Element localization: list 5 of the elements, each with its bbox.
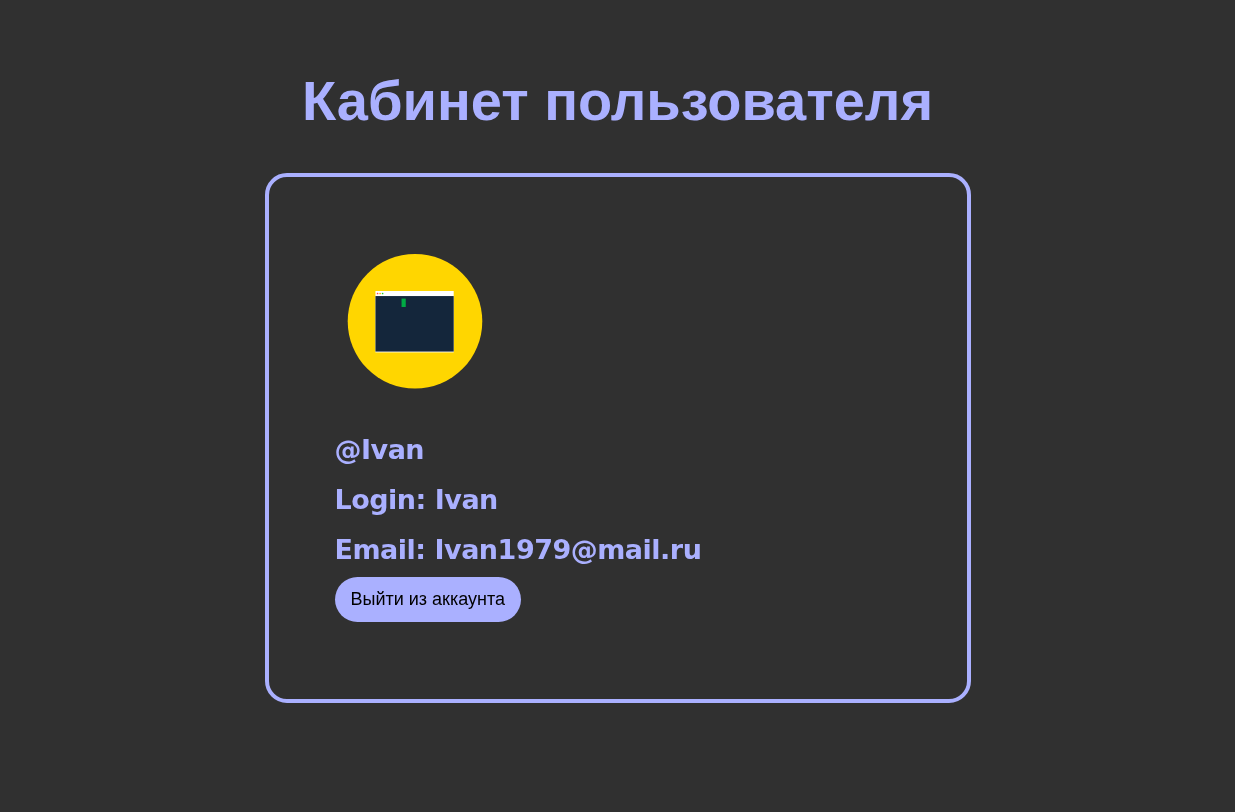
logout-button[interactable]: Выйти из аккаунта — [334, 576, 522, 622]
page-title: Кабинет пользователя — [301, 68, 934, 133]
profile-field: Login: Ivan — [334, 474, 498, 525]
username-handle: @Ivan — [334, 432, 425, 467]
profile-field: Email: Ivan1979@mail.ru — [334, 524, 702, 575]
